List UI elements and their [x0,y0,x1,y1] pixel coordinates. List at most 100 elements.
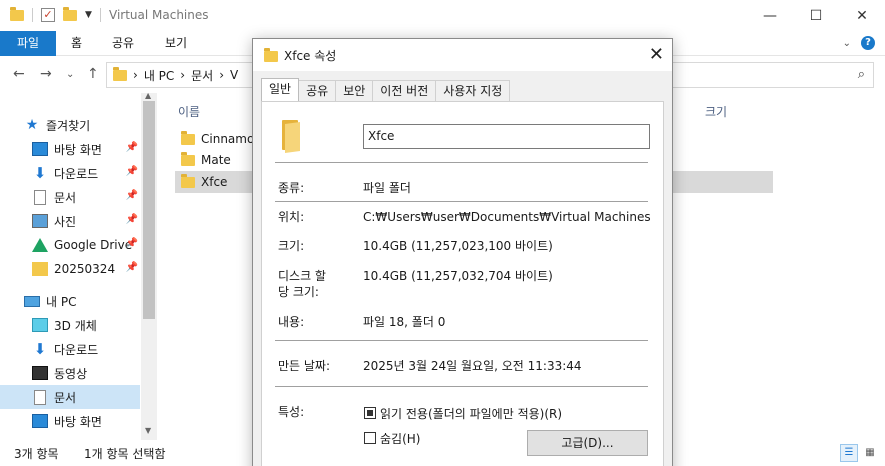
nav-label: 동영상 [54,366,88,381]
large-icons-view-icon[interactable]: ▦ [861,444,879,462]
properties-check-icon[interactable]: ✓ [41,8,55,22]
folder-icon [113,66,127,81]
pin-icon[interactable]: 📌 [126,262,138,273]
nav-item-pc-downloads[interactable]: ⬇ 다운로드 [32,337,140,361]
pin-icon[interactable]: 📌 [126,166,138,177]
customize-toolbar-icon[interactable]: ▼ [85,10,92,20]
google-drive-icon [32,238,48,252]
readonly-label[interactable]: 읽기 전용(폴더의 파일에만 적용)(R) [380,405,562,422]
star-icon: ★ [25,117,39,133]
file-name: Xfce [201,175,228,189]
dialog-title: Xfce 속성 [284,49,337,63]
tab-sharing[interactable]: 공유 [298,80,337,101]
attributes-label: 특성: [278,405,305,419]
scrollbar-thumb[interactable] [143,101,155,319]
close-icon[interactable]: ✕ [649,44,664,65]
help-icon[interactable]: ? [861,36,875,50]
selection-count: 1개 항목 선택함 [84,447,166,461]
view-toggle: ☰ ▦ [840,444,879,462]
pin-icon[interactable]: 📌 [126,142,138,153]
dialog-tabs: 일반 공유 보안 이전 버전 사용자 지정 [261,78,511,101]
size-label: 크기: [278,239,305,253]
up-arrow-icon[interactable]: ↑ [87,66,99,82]
type-label: 종류: [278,181,305,195]
advanced-button[interactable]: 고급(D)... [527,430,648,456]
tab-view[interactable]: 보기 [165,31,187,56]
desktop-icon [32,142,48,156]
folder-icon [181,151,195,166]
ribbon-controls: ⌄ ? [843,36,875,50]
disk-size-label-line2: 당 크기: [278,285,319,299]
cube-icon [32,318,48,332]
nav-item-desktop[interactable]: 바탕 화면 📌 [32,137,140,161]
hidden-checkbox[interactable] [364,432,376,444]
readonly-checkbox[interactable] [364,407,376,419]
type-value: 파일 폴더 [363,181,411,195]
tab-home[interactable]: 홈 [71,31,82,56]
chevron-down-icon[interactable]: ⌄ [843,38,851,49]
nav-item-videos[interactable]: 동영상 [32,361,140,385]
tab-file[interactable]: 파일 [0,31,56,56]
pin-icon[interactable]: 📌 [126,214,138,225]
file-name: Mate [201,153,231,167]
tab-customize[interactable]: 사용자 지정 [435,80,511,101]
minimize-icon[interactable]: — [747,0,793,31]
nav-item-pictures[interactable]: 사진 📌 [32,209,140,233]
nav-label: 다운로드 [54,342,99,357]
nav-item-pc-documents[interactable]: 문서 [0,385,140,409]
hidden-label[interactable]: 숨김(H) [380,430,420,447]
tab-share[interactable]: 공유 [112,31,134,56]
nav-item-20250324[interactable]: 20250324 📌 [32,257,140,281]
navigation-pane: ★ 즐겨찾기 바탕 화면 📌 ⬇ 다운로드 📌 문서 📌 사진 📌 Google… [0,93,157,440]
details-view-icon[interactable]: ☰ [840,444,858,462]
search-input[interactable]: ⌕ [672,62,874,88]
breadcrumb-this-pc[interactable]: 내 PC [144,67,174,84]
folder-name-input[interactable]: Xfce [363,124,650,149]
nav-label: 3D 개체 [54,318,97,333]
folder-icon [181,173,195,188]
nav-item-3d-objects[interactable]: 3D 개체 [32,313,140,337]
dialog-titlebar: Xfce 속성 ✕ [253,39,672,71]
maximize-icon[interactable]: ☐ [793,0,839,31]
item-count: 3개 항목 [14,447,59,461]
quick-access-toolbar: ✓ ▼ [10,6,101,22]
pin-icon[interactable]: 📌 [126,238,138,249]
recent-locations-icon[interactable]: ⌄ [66,69,74,80]
back-arrow-icon[interactable]: ← [13,66,25,82]
tab-previous-versions[interactable]: 이전 버전 [372,80,437,101]
column-header-name[interactable]: 이름 [178,103,200,120]
document-icon [34,389,46,405]
tab-general[interactable]: 일반 [261,78,300,101]
contents-value: 파일 18, 폴더 0 [363,315,446,329]
forward-arrow-icon[interactable]: → [40,66,52,82]
address-bar[interactable]: › 내 PC › 문서 › V [106,62,256,88]
nav-item-downloads[interactable]: ⬇ 다운로드 📌 [32,161,140,185]
nav-label: 20250324 [54,262,116,276]
nav-scrollbar[interactable]: ▲ ▼ [141,91,157,440]
nav-item-documents[interactable]: 문서 📌 [32,185,140,209]
created-label: 만든 날짜: [278,359,331,373]
breadcrumb-current[interactable]: V [230,68,238,82]
folder-icon [10,6,24,21]
tab-security[interactable]: 보안 [335,80,374,101]
column-header-size[interactable]: 크기 [705,103,727,120]
desktop-icon [32,414,48,428]
close-icon[interactable]: ✕ [839,0,885,31]
nav-label: 내 PC [46,294,77,309]
window-title: Virtual Machines [109,8,209,22]
pin-icon[interactable]: 📌 [126,190,138,201]
folder-icon [282,120,302,154]
new-folder-icon[interactable] [63,6,77,21]
properties-dialog: Xfce 속성 ✕ 일반 공유 보안 이전 버전 사용자 지정 Xfce 종류:… [252,38,673,466]
nav-label: 문서 [54,390,77,405]
search-icon: ⌕ [857,67,865,82]
nav-item-google-drive[interactable]: Google Drive 📌 [32,233,140,257]
scroll-up-icon[interactable]: ▲ [145,91,151,100]
explorer-titlebar: ✓ ▼ Virtual Machines — ☐ ✕ [0,0,885,31]
scroll-down-icon[interactable]: ▼ [145,426,151,435]
size-value: 10.4GB (11,257,023,100 바이트) [363,239,553,253]
breadcrumb-documents[interactable]: 문서 [191,67,213,84]
download-icon: ⬇ [33,164,47,182]
nav-item-pc-desktop[interactable]: 바탕 화면 [32,409,140,433]
general-panel: Xfce 종류: 파일 폴더 위치: C:₩Users₩user₩Documen… [261,101,664,466]
